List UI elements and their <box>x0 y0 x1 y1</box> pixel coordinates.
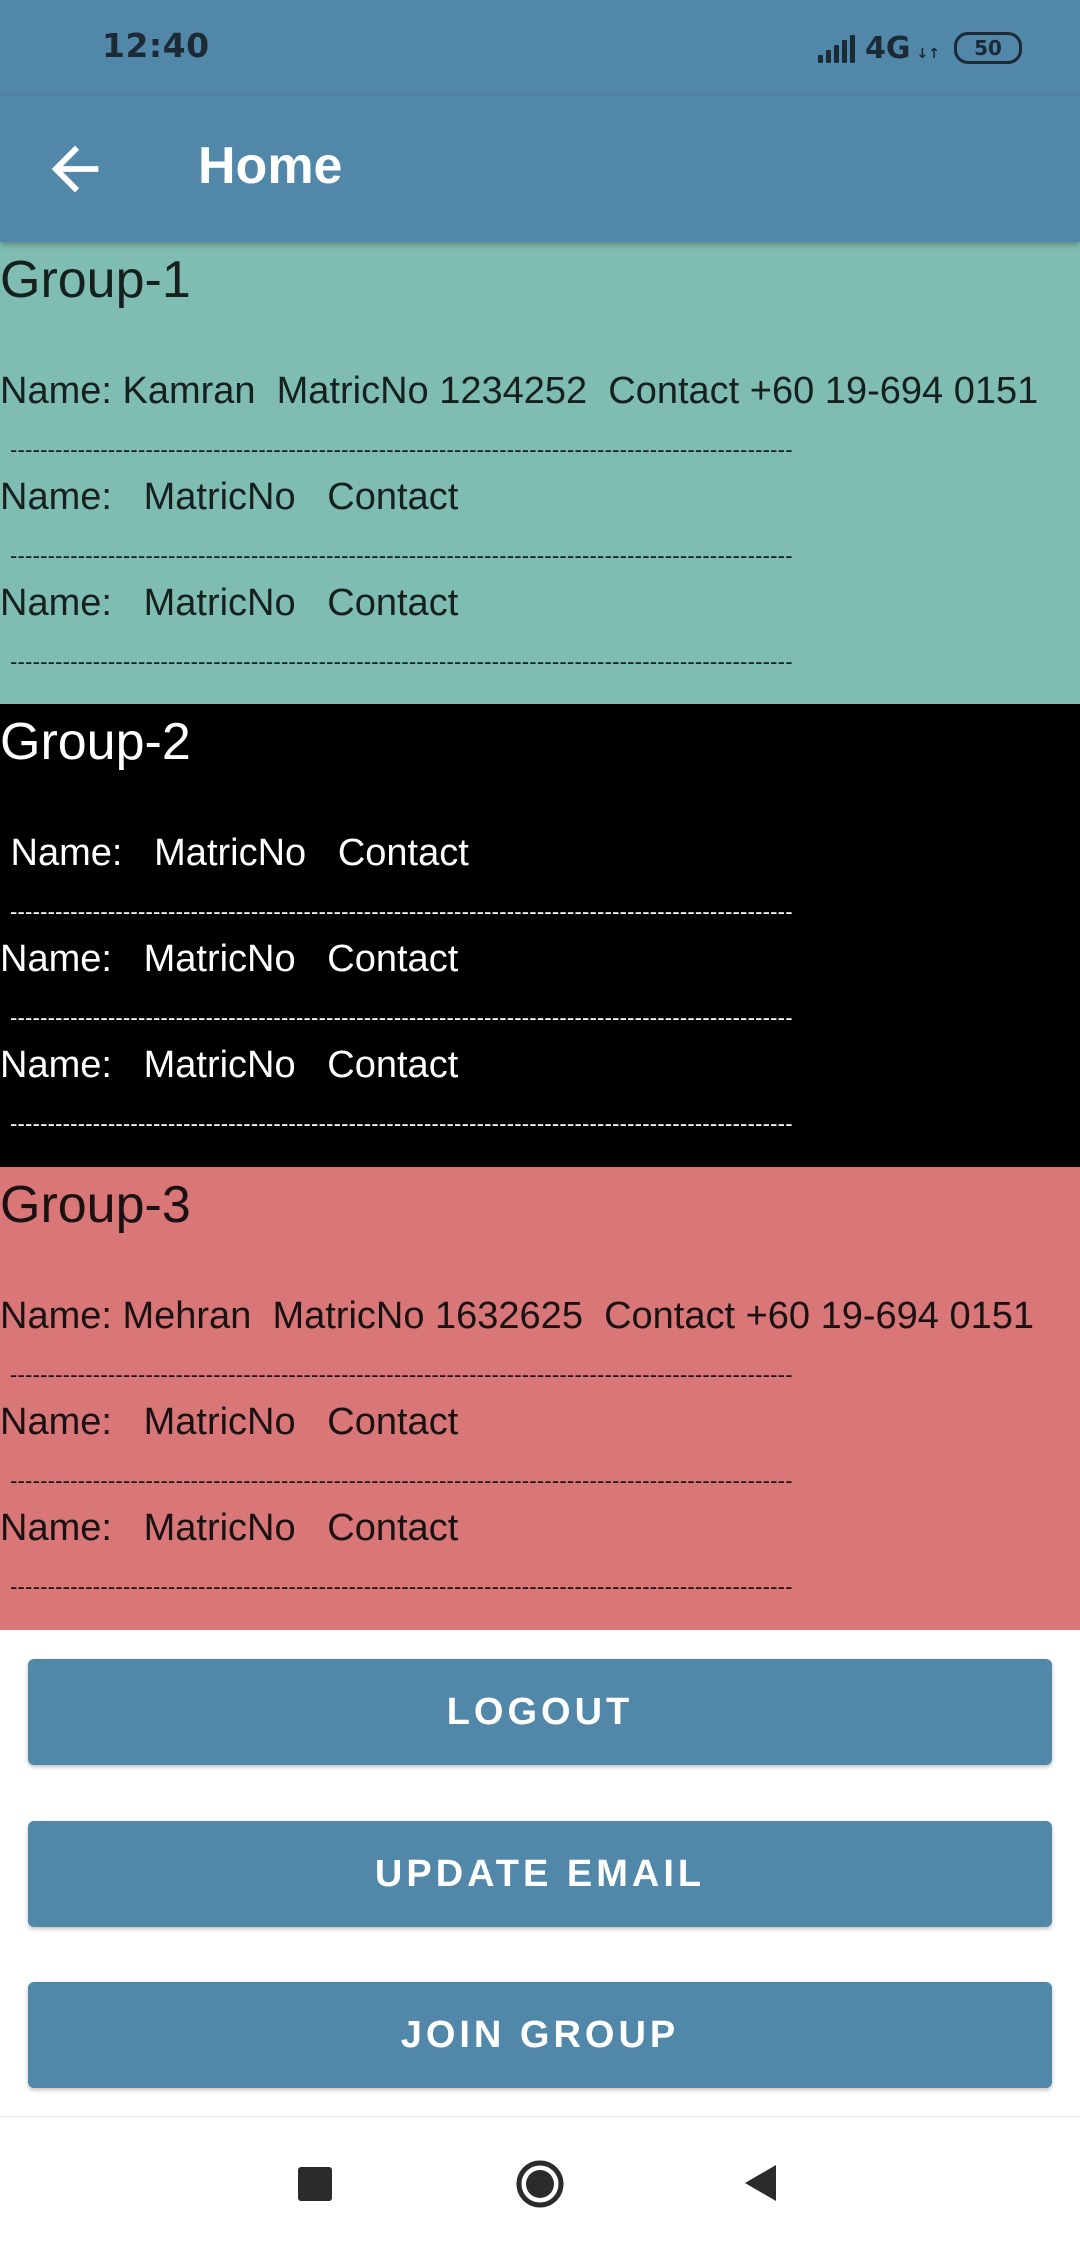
nav-back-triangle-icon[interactable] <box>742 2163 778 2203</box>
home-circle-icon[interactable] <box>515 2159 565 2209</box>
group-card-1: Group-1 Name: Kamran MatricNo 1234252 Co… <box>0 242 1080 704</box>
member-row: Name: MatricNo Contact <box>0 1044 459 1086</box>
member-row: Name: MatricNo Contact <box>0 582 459 624</box>
triangle-back-icon <box>745 2165 776 2201</box>
divider: ----------------------------------------… <box>10 1577 793 1597</box>
battery-icon: 50 <box>954 32 1022 64</box>
member-row: Name: Mehran MatricNo 1632625 Contact +6… <box>0 1295 1035 1337</box>
member-row: Name: MatricNo Contact <box>0 938 459 980</box>
group-title: Group-1 <box>0 251 191 309</box>
arrow-left-icon <box>51 145 99 193</box>
divider: ----------------------------------------… <box>10 546 793 566</box>
member-row: Name: MatricNo Contact <box>0 1401 459 1443</box>
member-row: Name: MatricNo Contact <box>0 832 469 874</box>
group-card-2: Group-2 Name: MatricNo Contact ---------… <box>0 704 1080 1167</box>
member-row: Name: MatricNo Contact <box>0 1507 459 1549</box>
divider: ----------------------------------------… <box>10 1365 793 1385</box>
group-title: Group-2 <box>0 713 191 771</box>
status-indicators: 4G ↓↑ 50 <box>818 28 1022 68</box>
member-row: Name: MatricNo Contact <box>0 476 459 518</box>
member-row: Name: Kamran MatricNo 1234252 Contact +6… <box>0 370 1039 412</box>
join-group-button[interactable]: JOIN GROUP <box>28 1982 1052 2088</box>
recent-apps-square-icon[interactable] <box>298 2167 332 2201</box>
app-bar: Home <box>0 96 1080 242</box>
divider: ----------------------------------------… <box>10 1114 793 1134</box>
circle-icon <box>516 2160 564 2208</box>
battery-level: 50 <box>974 36 1002 60</box>
divider: ----------------------------------------… <box>10 902 793 922</box>
back-button[interactable] <box>40 134 110 204</box>
status-time: 12:40 <box>102 26 210 65</box>
system-nav-bar <box>0 2116 1080 2246</box>
update-email-button[interactable]: UPDATE EMAIL <box>28 1821 1052 1927</box>
home-screen: 12:40 4G ↓↑ 50 Home Group-1 Name: Kamran… <box>0 0 1080 2246</box>
logout-button[interactable]: LOGOUT <box>28 1659 1052 1765</box>
network-activity-icon: ↓↑ <box>916 46 940 62</box>
divider: ----------------------------------------… <box>10 652 793 672</box>
group-title: Group-3 <box>0 1176 191 1234</box>
divider: ----------------------------------------… <box>10 440 793 460</box>
status-bar: 12:40 4G ↓↑ 50 <box>0 0 1080 96</box>
divider: ----------------------------------------… <box>10 1008 793 1028</box>
signal-icon <box>818 33 856 63</box>
network-type: 4G <box>865 30 911 66</box>
group-card-3: Group-3 Name: Mehran MatricNo 1632625 Co… <box>0 1167 1080 1630</box>
divider: ----------------------------------------… <box>10 1471 793 1491</box>
page-title: Home <box>198 137 343 195</box>
